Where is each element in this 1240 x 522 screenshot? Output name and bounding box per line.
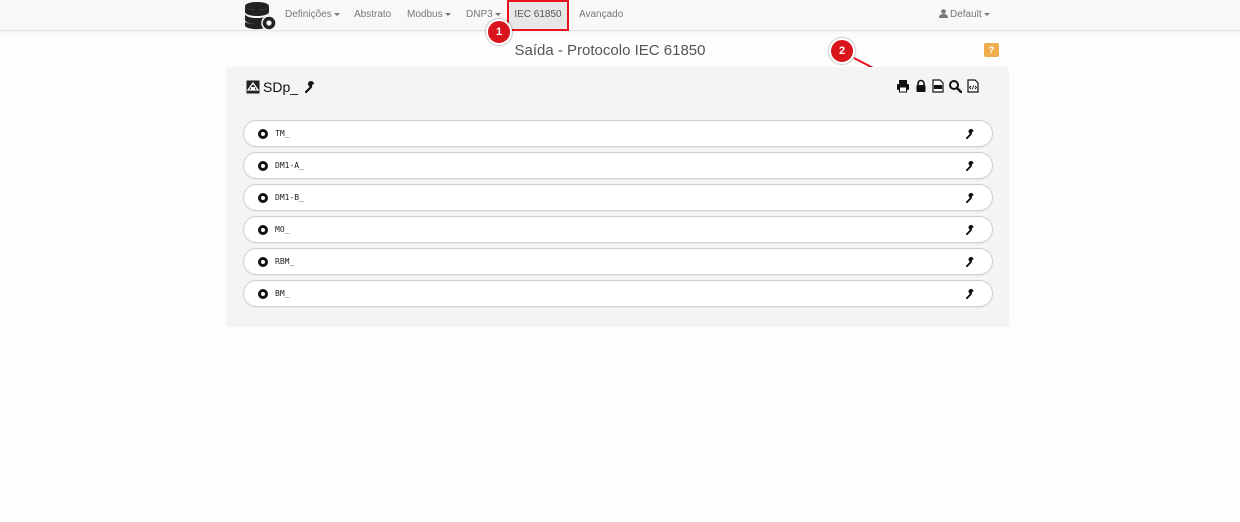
logical-node-icon (258, 225, 268, 235)
caret-down-icon (983, 12, 990, 16)
logical-node-row[interactable]: TM_ (243, 120, 993, 147)
nav-iec61850[interactable]: IEC 61850 (507, 0, 569, 31)
nav-iec61850-label: IEC 61850 (514, 9, 562, 20)
caret-down-icon (494, 12, 501, 16)
row-label: DM1-A_ (275, 161, 304, 170)
logical-device-panel: SDp_ TM_ DM1-A_ DM1-B_ MO_ RBM_ BM_ (226, 67, 1009, 327)
logical-node-icon (258, 161, 268, 171)
caret-down-icon (333, 12, 340, 16)
help-button[interactable]: ? (984, 43, 999, 57)
page-title: Saída - Protocolo IEC 61850 (514, 42, 706, 59)
row-label: MO_ (275, 225, 290, 234)
nav-definicoes-label: Definições (285, 9, 332, 20)
nav-definicoes[interactable]: Definições (285, 0, 340, 31)
database-settings-logo-icon[interactable] (243, 0, 279, 31)
code-file-icon[interactable] (966, 79, 980, 93)
logical-node-row[interactable]: DM1-B_ (243, 184, 993, 211)
wrench-icon[interactable] (305, 81, 317, 93)
logical-node-icon (258, 193, 268, 203)
logical-node-row[interactable]: DM1-A_ (243, 152, 993, 179)
wrench-icon[interactable] (966, 161, 976, 171)
wrench-icon[interactable] (966, 193, 976, 203)
logical-node-row[interactable]: MO_ (243, 216, 993, 243)
print-icon[interactable] (896, 79, 910, 93)
user-icon (939, 9, 948, 18)
nav-abstrato[interactable]: Abstrato (354, 0, 391, 31)
top-navbar: Definições Abstrato Modbus DNP3 IEC 6185… (0, 0, 1240, 31)
logical-node-row[interactable]: BM_ (243, 280, 993, 307)
lock-icon[interactable] (914, 79, 928, 93)
row-label: BM_ (275, 289, 290, 298)
nav-modbus[interactable]: Modbus (407, 0, 451, 31)
panel-toolbar (896, 79, 986, 93)
nav-modbus-label: Modbus (407, 9, 443, 20)
logical-device-icon (246, 80, 260, 94)
annotation-badge-1: 1 (486, 19, 512, 45)
logical-node-row[interactable]: RBM_ (243, 248, 993, 275)
logical-node-icon (258, 289, 268, 299)
xml-file-icon[interactable] (931, 79, 945, 93)
wrench-icon[interactable] (966, 225, 976, 235)
search-icon[interactable] (948, 79, 962, 93)
logical-node-icon (258, 129, 268, 139)
logical-node-icon (258, 257, 268, 267)
user-name: Default (950, 9, 982, 20)
panel-title: SDp_ (263, 79, 299, 95)
caret-down-icon (444, 12, 451, 16)
wrench-icon[interactable] (966, 129, 976, 139)
wrench-icon[interactable] (966, 257, 976, 267)
nav-dnp3-label: DNP3 (466, 9, 493, 20)
user-menu[interactable]: Default (939, 0, 990, 31)
nav-abstrato-label: Abstrato (354, 9, 392, 20)
row-label: DM1-B_ (275, 193, 304, 202)
row-label: TM_ (275, 129, 290, 138)
nav-avancado-label: Avançado (579, 9, 624, 20)
wrench-icon[interactable] (966, 289, 976, 299)
row-label: RBM_ (275, 257, 295, 266)
nav-avancado[interactable]: Avançado (579, 0, 623, 31)
